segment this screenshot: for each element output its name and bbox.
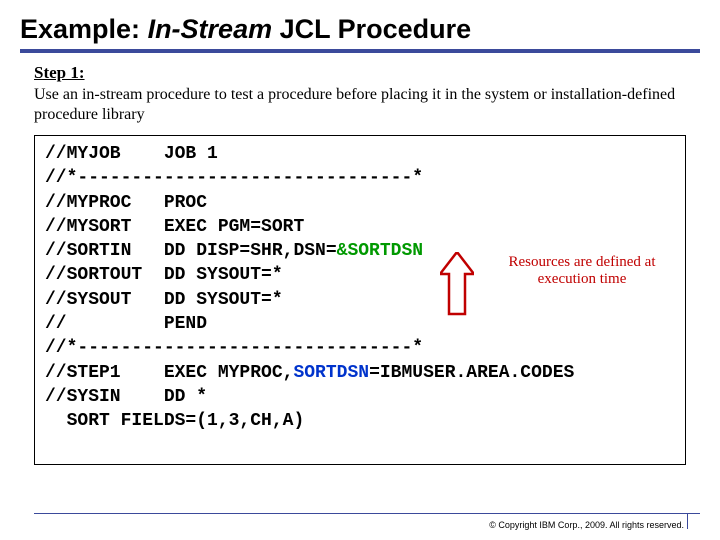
code-line-10: //STEP1 EXEC MYPROC,SORTDSN=IBMUSER.AREA… — [45, 361, 675, 385]
up-arrow-icon — [440, 252, 474, 316]
step-label: Step 1: — [34, 63, 686, 83]
code-line-1: //MYJOB JOB 1 — [45, 142, 675, 166]
code-line-4: //MYSORT EXEC PGM=SORT — [45, 215, 675, 239]
title-suffix: JCL Procedure — [272, 14, 471, 44]
footer-tick — [687, 514, 688, 529]
code-line-11: //SYSIN DD * — [45, 385, 675, 409]
code-line-3: //MYPROC PROC — [45, 191, 675, 215]
code-box: //MYJOB JOB 1 //*-----------------------… — [34, 135, 686, 465]
code-line-2: //*-------------------------------* — [45, 166, 675, 190]
step-block: Step 1: Use an in-stream procedure to te… — [20, 63, 700, 125]
annotation-text: Resources are defined at execution time — [507, 254, 657, 289]
param-sortdsn-ref: &SORTDSN — [337, 241, 423, 261]
code-line-7: //SYSOUT DD SYSOUT=* — [45, 288, 675, 312]
footer-rule — [34, 513, 700, 514]
code-line-12: SORT FIELDS=(1,3,CH,A) — [45, 409, 675, 433]
copyright-footer: © Copyright IBM Corp., 2009. All rights … — [489, 520, 684, 530]
code-line-9: //*-------------------------------* — [45, 336, 675, 360]
param-sortdsn-set: SORTDSN — [293, 363, 369, 383]
title-prefix: Example: — [20, 14, 148, 44]
title-underline — [20, 49, 700, 53]
step-description: Use an in-stream procedure to test a pro… — [34, 85, 686, 125]
title-italic: In-Stream — [148, 14, 273, 44]
slide-title: Example: In-Stream JCL Procedure — [20, 14, 700, 45]
code-line-8: // PEND — [45, 312, 675, 336]
